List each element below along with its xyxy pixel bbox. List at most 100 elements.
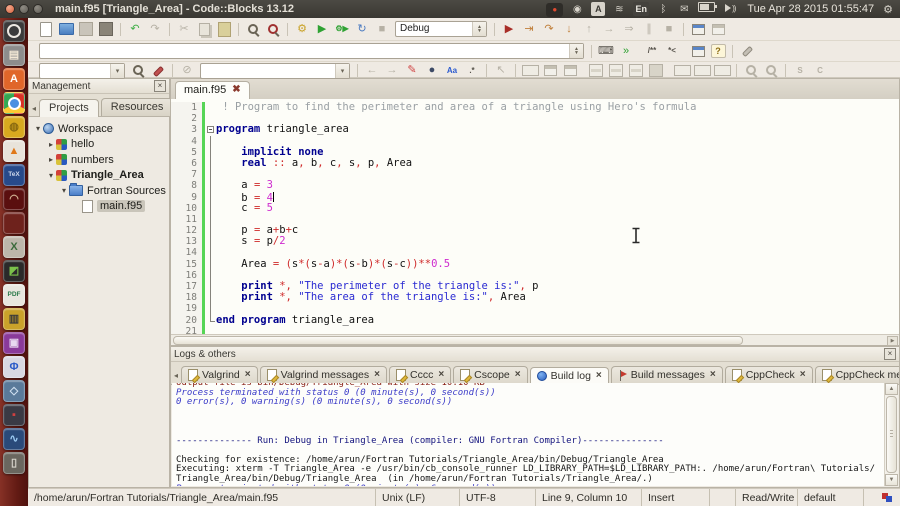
keyboard-indicator-icon[interactable]: A — [591, 2, 606, 17]
teapot-button[interactable]: ◍ — [3, 116, 25, 138]
blue-app-button[interactable]: ◇ — [3, 380, 25, 402]
log-tab-build-messages[interactable]: Build messages × — [610, 366, 723, 384]
tex-button[interactable]: TeX — [3, 164, 25, 186]
tree-item-numbers[interactable]: ▸ numbers — [29, 152, 169, 168]
various-info-button[interactable] — [709, 21, 727, 37]
step-into-button[interactable]: ↓ — [560, 21, 578, 37]
wx-source-button[interactable]: S — [791, 63, 809, 79]
app-a-button[interactable]: A — [3, 68, 25, 90]
tree-item-hello[interactable]: ▸ hello — [29, 137, 169, 153]
vscroll-down-icon[interactable]: ▼ — [885, 474, 898, 486]
swoosh-button[interactable]: ∿ — [3, 428, 25, 450]
battery-icon[interactable] — [698, 2, 718, 13]
cut-button[interactable]: ✂ — [175, 21, 193, 37]
log-vscrollbar[interactable]: ▲ ▼ — [884, 383, 898, 486]
shutter-icon[interactable]: ◉ — [570, 3, 584, 17]
wx-wide1-button[interactable] — [673, 63, 691, 79]
search-options-button[interactable] — [149, 63, 167, 79]
new-file-button[interactable] — [37, 21, 55, 37]
hscroll-right-icon[interactable]: ▶ — [887, 336, 898, 346]
log-tab-cscope[interactable]: Cscope × — [453, 366, 528, 384]
fold-marker-icon[interactable] — [205, 124, 216, 135]
debug-run-button[interactable]: ▶ — [500, 21, 518, 37]
wx-class-button[interactable]: C — [811, 63, 829, 79]
undo-button[interactable]: ↶ — [126, 21, 144, 37]
maximize-window-button[interactable] — [33, 4, 43, 14]
dash-home-button[interactable] — [3, 20, 25, 42]
fortran-doc-comment-button[interactable]: /** — [643, 43, 661, 59]
code-completion-combo[interactable] — [39, 43, 584, 59]
highlight-occurrences-button[interactable]: ✎ — [403, 63, 421, 79]
regex-button[interactable]: .* — [463, 63, 481, 79]
editor-code-area[interactable]: 1 ! Program to find the perimeter and ar… — [171, 99, 899, 335]
copy-button[interactable] — [195, 21, 213, 37]
clock[interactable]: Tue Apr 28 2015 01:55:47 — [747, 3, 874, 15]
recorder-button[interactable]: ▪ — [3, 404, 25, 426]
codeblocks-button[interactable] — [3, 212, 25, 234]
incsearch-prev-button[interactable]: ← — [363, 63, 381, 79]
wx-bar2-button[interactable] — [607, 63, 625, 79]
wx-pointer-button[interactable]: ↖ — [492, 63, 510, 79]
hscroll-thumb[interactable] — [173, 336, 743, 345]
mail-icon[interactable]: ✉ — [677, 3, 691, 17]
combo-dropdown-icon[interactable]: ▾ — [110, 63, 124, 78]
expander-icon[interactable]: ▾ — [59, 186, 69, 195]
tab-projects[interactable]: Projects — [39, 99, 99, 117]
fortran-call-tip-button[interactable]: *< — [663, 43, 681, 59]
tree-item-main-f95[interactable]: main.f95 — [29, 199, 169, 215]
zoom-out-button[interactable] — [762, 63, 780, 79]
close-tab-icon[interactable]: ✖ — [232, 85, 240, 95]
trash-button[interactable]: ▯ — [3, 452, 25, 474]
tabs-scroll-left-icon[interactable]: ◂ — [31, 104, 37, 116]
minimize-window-button[interactable] — [19, 4, 29, 14]
chromium-button[interactable] — [3, 92, 25, 114]
volume-icon[interactable] — [722, 1, 738, 15]
paste-button[interactable] — [215, 21, 233, 37]
tree-item-triangle-area[interactable]: ▾ Triangle_Area — [29, 168, 169, 184]
wx-bar1-button[interactable] — [587, 63, 605, 79]
terminal-button[interactable]: ▣ — [3, 332, 25, 354]
run-to-cursor-button[interactable]: ⇥ — [520, 21, 538, 37]
phi-button[interactable]: Φ — [3, 356, 25, 378]
tree-item-fortran-sources[interactable]: ▾ Fortran Sources — [29, 183, 169, 199]
fortran-jump-button[interactable]: » — [617, 43, 635, 59]
wx-image-window-button[interactable] — [541, 63, 559, 79]
abort-button[interactable]: ■ — [373, 21, 391, 37]
wx-text-window-button[interactable] — [561, 63, 579, 79]
gnu-button[interactable]: ◠ — [3, 188, 25, 210]
fortran-keyboard-button[interactable]: ⌨ — [597, 43, 615, 59]
dice-button[interactable]: ◩ — [3, 260, 25, 282]
wx-wide3-button[interactable] — [713, 63, 731, 79]
match-case-button[interactable]: Aa — [443, 63, 461, 79]
pdf-button[interactable]: PDF — [3, 284, 25, 306]
wx-frame-button[interactable] — [521, 63, 539, 79]
break-debugger-button[interactable]: ∥ — [640, 21, 658, 37]
close-tab-icon[interactable]: × — [438, 370, 444, 380]
tab-resources[interactable]: Resources — [100, 98, 174, 116]
step-out-button[interactable]: ↑ — [580, 21, 598, 37]
close-logs-icon[interactable]: × — [884, 348, 896, 360]
next-line-button[interactable]: ↷ — [540, 21, 558, 37]
close-tab-icon[interactable]: × — [596, 371, 602, 381]
replace-button[interactable] — [264, 21, 282, 37]
close-window-button[interactable] — [5, 4, 15, 14]
vscroll-thumb[interactable] — [886, 396, 897, 473]
combo-dropdown-icon[interactable] — [569, 44, 583, 58]
step-into-instruction-button[interactable]: ⇒ — [620, 21, 638, 37]
build-target-select[interactable]: Debug — [395, 21, 487, 37]
close-management-icon[interactable]: × — [154, 80, 166, 92]
fortran-project-window-button[interactable] — [689, 43, 707, 59]
close-tab-icon[interactable]: × — [374, 370, 380, 380]
incsearch-next-button[interactable]: → — [383, 63, 401, 79]
expander-icon[interactable]: ▾ — [33, 124, 43, 133]
wx-bar3-button[interactable] — [627, 63, 645, 79]
redo-button[interactable]: ↷ — [146, 21, 164, 37]
incsearch-clear-button[interactable]: ⊘ — [178, 63, 196, 79]
wx-wide2-button[interactable] — [693, 63, 711, 79]
movie-player-button[interactable]: ▥ — [3, 308, 25, 330]
close-tab-icon[interactable]: × — [800, 370, 806, 380]
next-instruction-button[interactable]: → — [600, 21, 618, 37]
vlc-button[interactable]: ▲ — [3, 140, 25, 162]
close-tab-icon[interactable]: × — [245, 370, 251, 380]
log-tab-cppcheck[interactable]: CppCheck × — [724, 366, 813, 384]
